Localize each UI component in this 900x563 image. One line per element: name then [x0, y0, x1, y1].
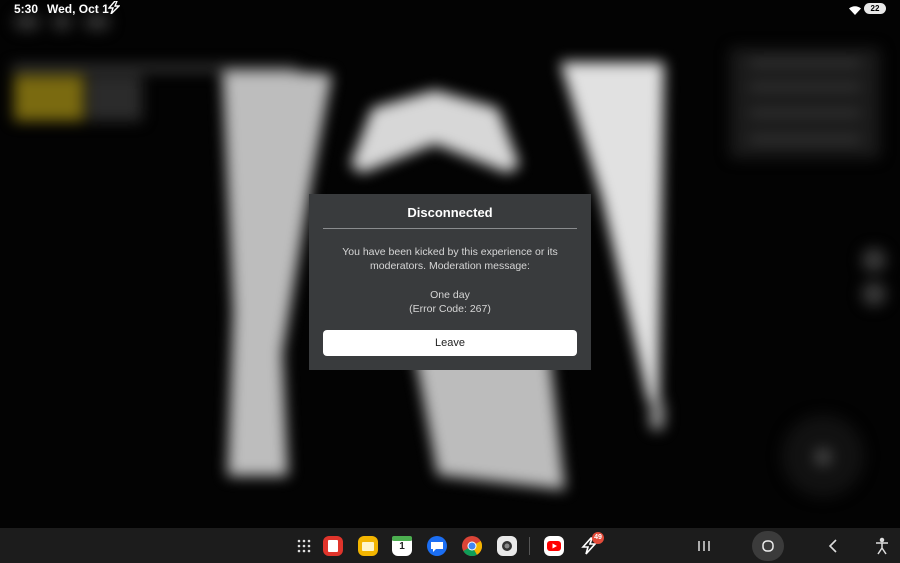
messages-app-icon[interactable] — [427, 536, 447, 556]
app-drawer-icon[interactable] — [294, 536, 314, 556]
back-button[interactable] — [826, 534, 840, 558]
error-code: (Error Code: 267) — [409, 303, 491, 315]
taskbar: 1 49 — [0, 528, 900, 563]
chrome-app-icon[interactable] — [462, 536, 482, 556]
blurred-stats-panel — [730, 48, 880, 158]
notes-app-icon[interactable] — [323, 536, 343, 556]
date: Wed, Oct 1 — [47, 2, 109, 16]
leave-button[interactable]: Leave — [323, 330, 577, 356]
notification-badge: 49 — [592, 532, 604, 544]
calendar-app-icon[interactable]: 1 — [392, 536, 412, 556]
home-button[interactable] — [752, 531, 784, 561]
clock: 5:30 — [14, 2, 39, 16]
blurred-leaderboard — [12, 55, 302, 125]
dialog-divider — [323, 228, 577, 229]
disconnected-dialog: Disconnected You have been kicked by thi… — [309, 194, 591, 370]
battery-icon: 22 — [864, 3, 886, 14]
dialog-title: Disconnected — [407, 205, 493, 220]
status-bar: 5:30 Wed, Oct 1 22 — [0, 0, 900, 18]
recents-button[interactable] — [696, 534, 712, 558]
accessibility-button[interactable] — [874, 534, 890, 558]
kick-message: You have been kicked by this experience … — [342, 246, 558, 272]
flash-icon — [107, 0, 121, 19]
camera-app-icon[interactable] — [497, 536, 517, 556]
reason-text: One day — [430, 289, 470, 301]
youtube-app-icon[interactable] — [544, 536, 564, 556]
moderation-reason: One day (Error Code: 267) — [309, 288, 591, 316]
taskbar-separator — [529, 537, 530, 555]
folder-app-icon[interactable] — [358, 536, 378, 556]
wifi-icon — [849, 3, 861, 21]
calendar-day: 1 — [399, 541, 405, 552]
